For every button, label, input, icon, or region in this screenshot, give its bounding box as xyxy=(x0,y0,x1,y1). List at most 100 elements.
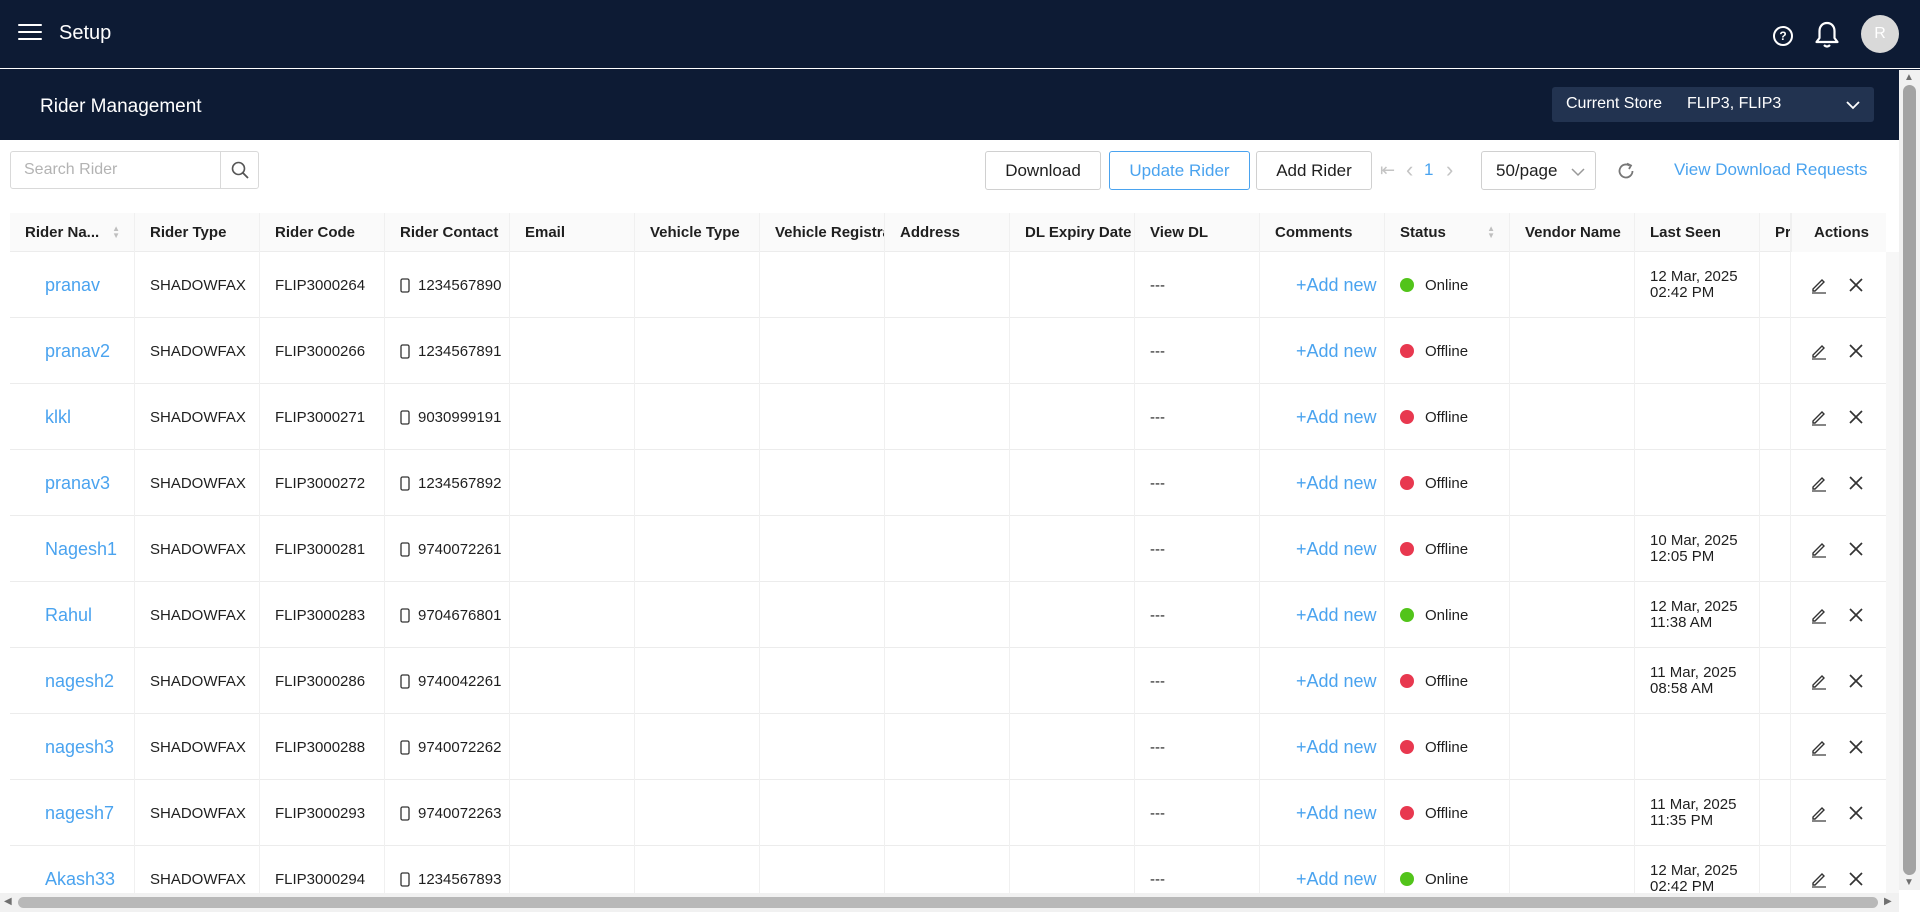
add-comment-link[interactable]: +Add new xyxy=(1260,780,1385,846)
edit-icon[interactable] xyxy=(1810,276,1828,294)
page-number[interactable]: 1 xyxy=(1424,160,1433,180)
edit-icon[interactable] xyxy=(1810,408,1828,426)
search-input[interactable] xyxy=(11,152,220,188)
vertical-scroll-thumb[interactable] xyxy=(1903,85,1916,875)
table-scrollbar[interactable] xyxy=(1886,252,1899,893)
close-icon[interactable] xyxy=(1848,739,1864,755)
add-comment-link[interactable]: +Add new xyxy=(1260,846,1385,893)
add-comment-link[interactable]: +Add new xyxy=(1260,648,1385,714)
column-header-label: Last Seen xyxy=(1650,224,1721,241)
first-page-icon[interactable]: ⇤ xyxy=(1380,160,1396,180)
menu-icon[interactable] xyxy=(18,24,42,44)
last-seen: 11 Mar, 2025 08:58 AM xyxy=(1635,648,1760,714)
rider-name-link[interactable]: pranav2 xyxy=(10,318,135,384)
update-rider-button[interactable]: Update Rider xyxy=(1109,151,1250,190)
empty-cell xyxy=(1010,318,1135,384)
rider-type: SHADOWFAX xyxy=(135,516,260,582)
store-label: Current Store xyxy=(1566,95,1663,112)
edit-icon[interactable] xyxy=(1810,738,1828,756)
rider-name-link[interactable]: pranav3 xyxy=(10,450,135,516)
rider-code: FLIP3000271 xyxy=(260,384,385,450)
status-label: Online xyxy=(1425,276,1469,294)
vertical-scrollbar[interactable]: ▲ ▼ xyxy=(1899,70,1920,890)
search-box xyxy=(10,151,259,189)
rider-name-link[interactable]: Akash33 xyxy=(10,846,135,893)
rider-code: FLIP3000266 xyxy=(260,318,385,384)
download-button[interactable]: Download xyxy=(985,151,1101,190)
add-comment-link[interactable]: +Add new xyxy=(1260,714,1385,780)
close-icon[interactable] xyxy=(1848,673,1864,689)
rider-name-link[interactable]: pranav xyxy=(10,252,135,318)
column-header-actions: Actions xyxy=(1791,213,1886,252)
add-comment-link[interactable]: +Add new xyxy=(1260,252,1385,318)
edit-icon[interactable] xyxy=(1810,804,1828,822)
rider-code: FLIP3000272 xyxy=(260,450,385,516)
scroll-up-icon[interactable]: ▲ xyxy=(1904,72,1914,83)
edit-icon[interactable] xyxy=(1810,870,1828,888)
close-icon[interactable] xyxy=(1848,871,1864,887)
empty-cell xyxy=(885,846,1010,893)
sort-icon[interactable]: ▲ ▼ xyxy=(112,225,120,240)
empty-cell xyxy=(1010,714,1135,780)
column-header-rider-type: Rider Type xyxy=(135,213,260,252)
empty-cell xyxy=(635,384,760,450)
rider-name-link[interactable]: nagesh7 xyxy=(10,780,135,846)
close-icon[interactable] xyxy=(1848,409,1864,425)
close-icon[interactable] xyxy=(1848,277,1864,293)
store-select[interactable]: Current Store FLIP3, FLIP3 xyxy=(1552,87,1874,122)
add-comment-link[interactable]: +Add new xyxy=(1260,516,1385,582)
horizontal-scrollbar[interactable]: ◀ ▶ xyxy=(0,893,1899,912)
phone-icon xyxy=(400,475,410,491)
rider-name-link[interactable]: Rahul xyxy=(10,582,135,648)
search-icon[interactable] xyxy=(220,152,259,188)
rider-name-link[interactable]: klkl xyxy=(10,384,135,450)
empty-cell xyxy=(510,516,635,582)
view-dl-value: --- xyxy=(1135,384,1260,450)
prev-page-icon[interactable]: ‹ xyxy=(1406,157,1422,182)
rider-name-link[interactable]: nagesh2 xyxy=(10,648,135,714)
help-icon[interactable]: ? xyxy=(1773,26,1793,46)
bell-icon[interactable] xyxy=(1813,20,1841,50)
avatar[interactable]: R xyxy=(1861,15,1899,53)
add-comment-link[interactable]: +Add new xyxy=(1260,582,1385,648)
pr-cell xyxy=(1760,252,1791,318)
edit-icon[interactable] xyxy=(1810,606,1828,624)
status-cell: Offline xyxy=(1385,714,1510,780)
horizontal-scroll-thumb[interactable] xyxy=(18,897,1878,908)
scroll-down-icon[interactable]: ▼ xyxy=(1904,877,1914,888)
close-icon[interactable] xyxy=(1848,343,1864,359)
empty-cell xyxy=(635,648,760,714)
edit-icon[interactable] xyxy=(1810,672,1828,690)
last-seen: 12 Mar, 2025 02:42 PM xyxy=(1635,846,1760,893)
last-seen xyxy=(1635,384,1760,450)
add-comment-link[interactable]: +Add new xyxy=(1260,450,1385,516)
add-rider-button[interactable]: Add Rider xyxy=(1256,151,1372,190)
sort-icon[interactable]: ▲ ▼ xyxy=(1487,225,1495,240)
close-icon[interactable] xyxy=(1848,805,1864,821)
column-header-rider-name[interactable]: Rider Na... ▲ ▼ xyxy=(10,213,135,252)
close-icon[interactable] xyxy=(1848,475,1864,491)
add-comment-link[interactable]: +Add new xyxy=(1260,384,1385,450)
page-size-select[interactable]: 50/page xyxy=(1481,151,1596,190)
status-dot xyxy=(1400,806,1414,820)
column-header-label: View DL xyxy=(1150,224,1209,241)
edit-icon[interactable] xyxy=(1810,342,1828,360)
scroll-left-icon[interactable]: ◀ xyxy=(4,896,12,907)
refresh-icon[interactable] xyxy=(1616,161,1636,181)
rider-name-link[interactable]: nagesh3 xyxy=(10,714,135,780)
status-label: Offline xyxy=(1425,672,1469,690)
close-icon[interactable] xyxy=(1848,541,1864,557)
edit-icon[interactable] xyxy=(1810,540,1828,558)
empty-cell xyxy=(760,318,885,384)
edit-icon[interactable] xyxy=(1810,474,1828,492)
scroll-right-icon[interactable]: ▶ xyxy=(1884,896,1892,907)
rider-name-link[interactable]: Nagesh1 xyxy=(10,516,135,582)
close-icon[interactable] xyxy=(1848,607,1864,623)
last-seen: 12 Mar, 2025 02:42 PM xyxy=(1635,252,1760,318)
add-comment-link[interactable]: +Add new xyxy=(1260,318,1385,384)
next-page-icon[interactable]: › xyxy=(1446,157,1462,182)
column-header-status[interactable]: Status ▲ ▼ xyxy=(1385,213,1510,252)
table-row: pranav2 SHADOWFAX FLIP3000266 1234567891 ---… xyxy=(10,318,1886,384)
view-download-requests-link[interactable]: View Download Requests xyxy=(1674,160,1867,180)
rider-type: SHADOWFAX xyxy=(135,648,260,714)
